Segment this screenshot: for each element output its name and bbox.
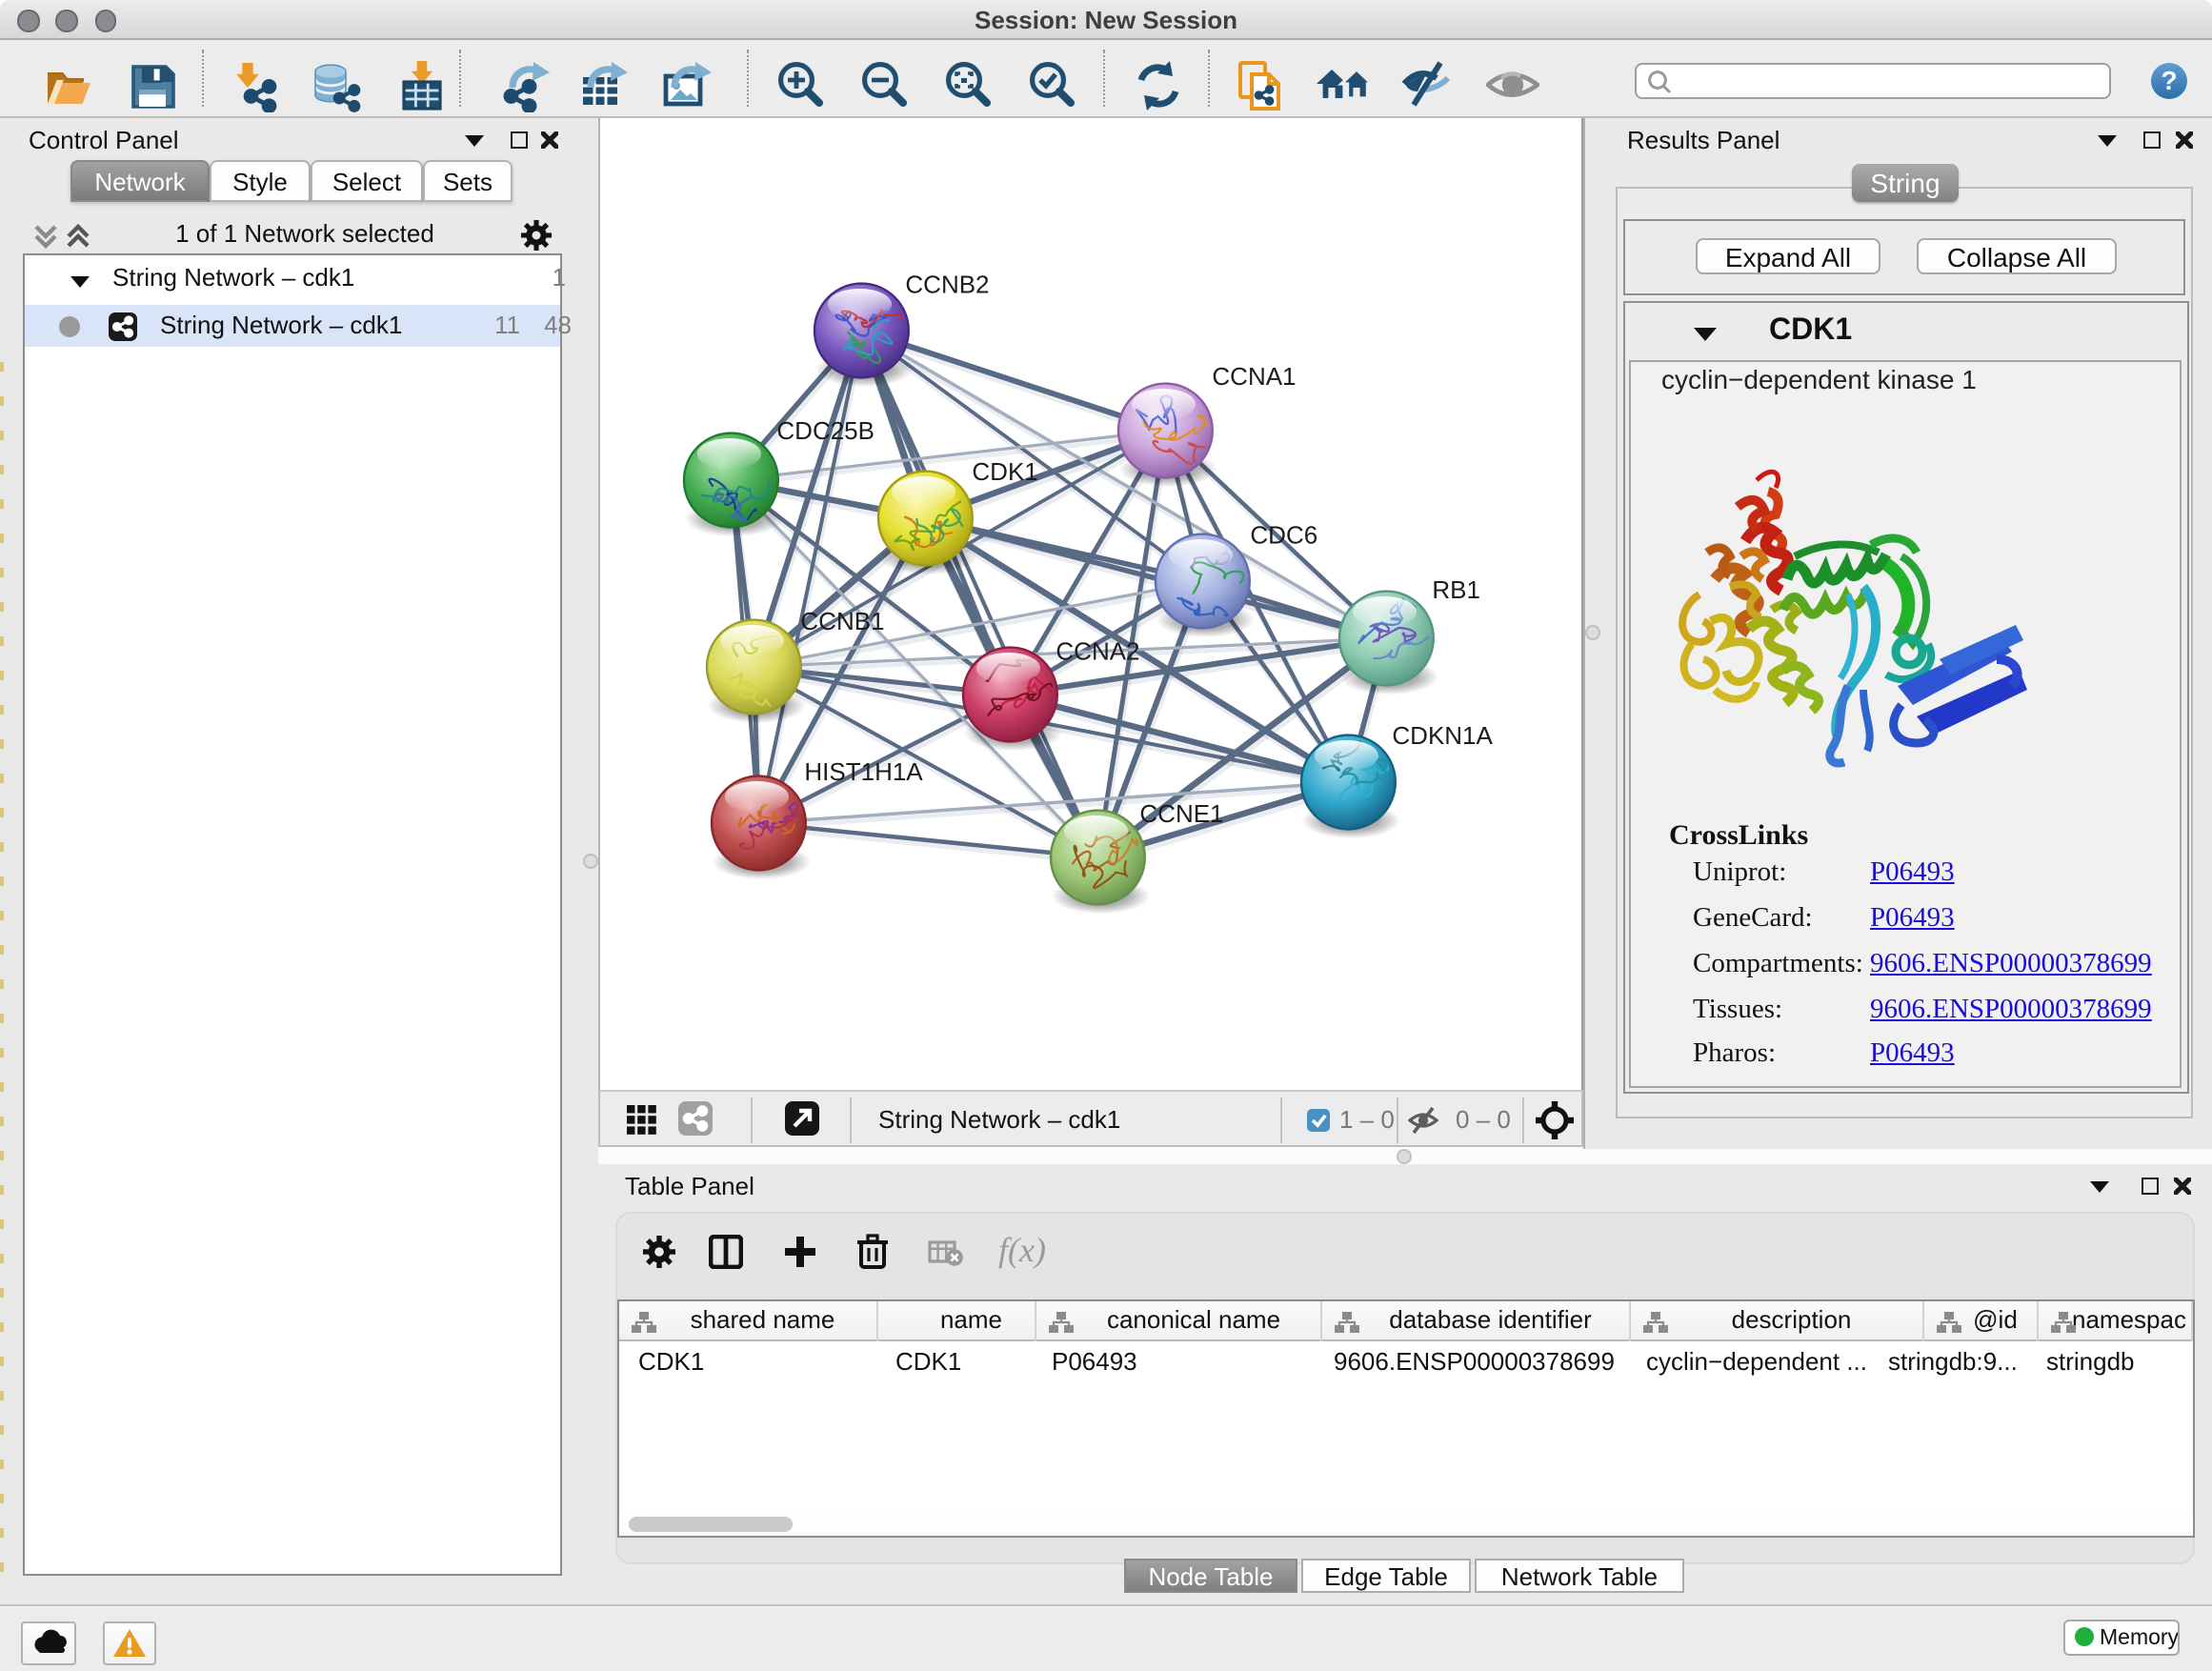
svg-text:CCNA2: CCNA2: [1056, 636, 1139, 665]
svg-text:CCNE1: CCNE1: [1139, 799, 1223, 828]
svg-text:CCNB2: CCNB2: [905, 270, 989, 298]
svg-text:CDKN1A: CDKN1A: [1392, 721, 1493, 750]
svg-text:CDC25B: CDC25B: [776, 416, 875, 445]
svg-text:RB1: RB1: [1432, 575, 1480, 604]
svg-text:CDK1: CDK1: [972, 457, 1037, 486]
svg-text:HIST1H1A: HIST1H1A: [804, 757, 923, 786]
svg-text:CCNB1: CCNB1: [800, 607, 884, 635]
svg-text:CCNA1: CCNA1: [1212, 362, 1296, 391]
svg-text:CDC6: CDC6: [1250, 520, 1317, 549]
